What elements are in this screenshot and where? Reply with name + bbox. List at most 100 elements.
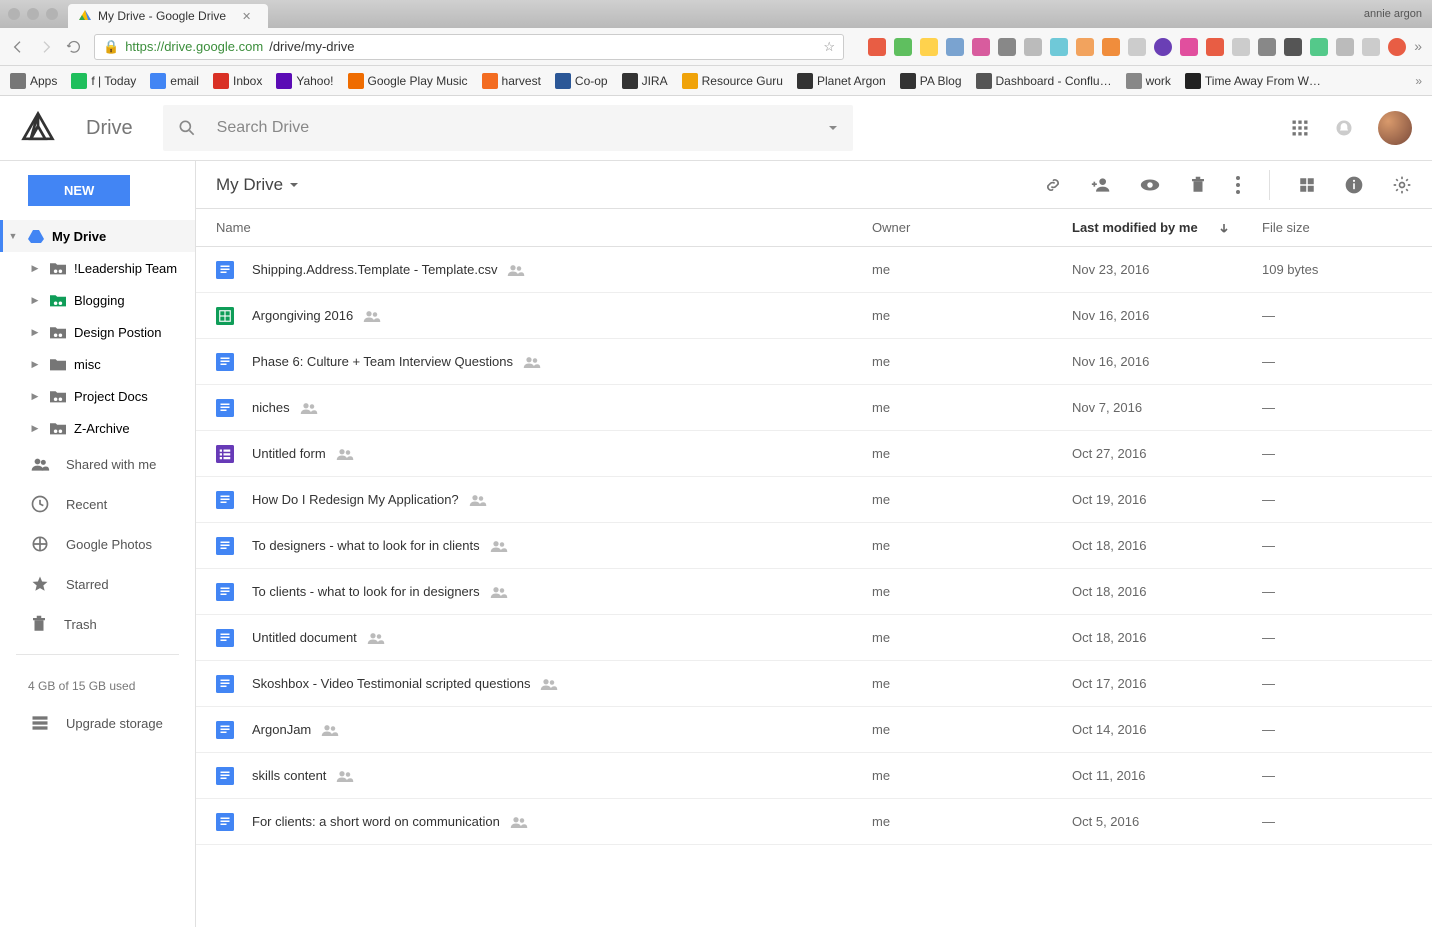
- ext-icon[interactable]: [1180, 38, 1198, 56]
- nav-reload-icon[interactable]: [66, 39, 82, 55]
- file-row[interactable]: Shipping.Address.Template - Template.csv…: [196, 247, 1432, 293]
- file-row[interactable]: nichesmeNov 7, 2016—: [196, 385, 1432, 431]
- link-icon[interactable]: [1043, 175, 1063, 195]
- ext-icon[interactable]: [1102, 38, 1120, 56]
- bookmark-item[interactable]: Co-op: [555, 73, 608, 89]
- maximize-window-icon[interactable]: [46, 8, 58, 20]
- nav-back-icon[interactable]: [10, 39, 26, 55]
- settings-gear-icon[interactable]: [1392, 175, 1412, 195]
- bookmark-item[interactable]: Time Away From W…: [1185, 73, 1321, 89]
- profile-name[interactable]: annie argon: [1364, 8, 1422, 20]
- disclosure-down-icon[interactable]: ▼: [6, 231, 20, 241]
- bookmark-item[interactable]: Yahoo!: [276, 73, 333, 89]
- ext-icon[interactable]: [1388, 38, 1406, 56]
- upgrade-storage[interactable]: Upgrade storage: [0, 703, 195, 743]
- ext-icon[interactable]: [1128, 38, 1146, 56]
- file-row[interactable]: To clients - what to look for in designe…: [196, 569, 1432, 615]
- sidebar-item[interactable]: Google Photos: [0, 524, 195, 564]
- grid-view-icon[interactable]: [1298, 176, 1316, 194]
- tab-close-icon[interactable]: ✕: [242, 10, 251, 23]
- folder-item[interactable]: ▶Design Postion: [0, 316, 195, 348]
- bookmark-item[interactable]: Google Play Music: [348, 73, 468, 89]
- browser-tab[interactable]: My Drive - Google Drive ✕: [68, 4, 268, 28]
- new-button[interactable]: NEW: [28, 175, 130, 206]
- bookmark-item[interactable]: Apps: [10, 73, 57, 89]
- notifications-icon[interactable]: [1334, 118, 1354, 138]
- sidebar-item[interactable]: Shared with me: [0, 444, 195, 484]
- close-window-icon[interactable]: [8, 8, 20, 20]
- ext-icon[interactable]: [1154, 38, 1172, 56]
- disclosure-right-icon[interactable]: ▶: [28, 327, 42, 338]
- apps-grid-icon[interactable]: [1290, 118, 1310, 138]
- bookmark-item[interactable]: harvest: [482, 73, 541, 89]
- disclosure-right-icon[interactable]: ▶: [28, 359, 42, 370]
- minimize-window-icon[interactable]: [27, 8, 39, 20]
- disclosure-right-icon[interactable]: ▶: [28, 295, 42, 306]
- bookmark-item[interactable]: work: [1126, 73, 1171, 89]
- preview-eye-icon[interactable]: [1139, 174, 1161, 196]
- sidebar-item[interactable]: Starred: [0, 564, 195, 604]
- folder-item[interactable]: ▶misc: [0, 348, 195, 380]
- col-owner[interactable]: Owner: [872, 220, 1072, 235]
- tree-root[interactable]: ▼ My Drive: [0, 220, 195, 252]
- breadcrumb[interactable]: My Drive: [216, 175, 299, 195]
- ext-icon[interactable]: [920, 38, 938, 56]
- disclosure-right-icon[interactable]: ▶: [28, 391, 42, 402]
- file-row[interactable]: For clients: a short word on communicati…: [196, 799, 1432, 845]
- more-vert-icon[interactable]: [1235, 175, 1241, 195]
- sidebar-item[interactable]: Trash: [0, 604, 195, 644]
- search-box[interactable]: [163, 105, 853, 151]
- bookmark-item[interactable]: email: [150, 73, 199, 89]
- bookmark-item[interactable]: f | Today: [71, 73, 136, 89]
- app-brand[interactable]: Drive: [86, 117, 133, 140]
- user-avatar[interactable]: [1378, 111, 1412, 145]
- trash-icon[interactable]: [1189, 175, 1207, 195]
- ext-icon[interactable]: [868, 38, 886, 56]
- bookmark-star-icon[interactable]: ☆: [823, 39, 835, 55]
- bookmark-item[interactable]: Planet Argon: [797, 73, 886, 89]
- share-person-icon[interactable]: [1091, 175, 1111, 195]
- bookmark-item[interactable]: PA Blog: [900, 73, 962, 89]
- folder-item[interactable]: ▶Project Docs: [0, 380, 195, 412]
- ext-icon[interactable]: [1024, 38, 1042, 56]
- ext-icon[interactable]: [1050, 38, 1068, 56]
- ext-icon[interactable]: [1076, 38, 1094, 56]
- file-row[interactable]: Untitled formmeOct 27, 2016—: [196, 431, 1432, 477]
- bookmark-item[interactable]: Resource Guru: [682, 73, 783, 89]
- url-bar[interactable]: 🔒 https://drive.google.com/drive/my-driv…: [94, 34, 844, 60]
- file-row[interactable]: Phase 6: Culture + Team Interview Questi…: [196, 339, 1432, 385]
- file-row[interactable]: ArgonJammeOct 14, 2016—: [196, 707, 1432, 753]
- ext-icon[interactable]: [894, 38, 912, 56]
- disclosure-right-icon[interactable]: ▶: [28, 263, 42, 274]
- bookmarks-overflow-icon[interactable]: »: [1415, 74, 1422, 88]
- bookmark-item[interactable]: Inbox: [213, 73, 262, 89]
- search-dropdown-icon[interactable]: [827, 122, 839, 134]
- col-size[interactable]: File size: [1262, 220, 1412, 235]
- app-logo-icon[interactable]: [20, 110, 56, 146]
- bookmark-item[interactable]: JIRA: [622, 73, 668, 89]
- file-row[interactable]: skills contentmeOct 11, 2016—: [196, 753, 1432, 799]
- ext-icon[interactable]: [1284, 38, 1302, 56]
- file-row[interactable]: Skoshbox - Video Testimonial scripted qu…: [196, 661, 1432, 707]
- ext-icon[interactable]: [1258, 38, 1276, 56]
- ext-icon[interactable]: [1336, 38, 1354, 56]
- ext-icon[interactable]: [946, 38, 964, 56]
- sidebar-item[interactable]: Recent: [0, 484, 195, 524]
- nav-forward-icon[interactable]: [38, 39, 54, 55]
- file-row[interactable]: How Do I Redesign My Application?meOct 1…: [196, 477, 1432, 523]
- ext-icon[interactable]: [972, 38, 990, 56]
- col-name[interactable]: Name: [216, 220, 872, 235]
- file-row[interactable]: Untitled documentmeOct 18, 2016—: [196, 615, 1432, 661]
- file-row[interactable]: To designers - what to look for in clien…: [196, 523, 1432, 569]
- folder-item[interactable]: ▶!Leadership Team: [0, 252, 195, 284]
- file-row[interactable]: Argongiving 2016meNov 16, 2016—: [196, 293, 1432, 339]
- bookmark-item[interactable]: Dashboard - Conflu…: [976, 73, 1112, 89]
- ext-icon[interactable]: [1206, 38, 1224, 56]
- ext-icon[interactable]: [998, 38, 1016, 56]
- disclosure-right-icon[interactable]: ▶: [28, 423, 42, 434]
- folder-item[interactable]: ▶Blogging: [0, 284, 195, 316]
- overflow-icon[interactable]: »: [1414, 38, 1422, 56]
- folder-item[interactable]: ▶Z-Archive: [0, 412, 195, 444]
- ext-icon[interactable]: [1232, 38, 1250, 56]
- ext-icon[interactable]: [1310, 38, 1328, 56]
